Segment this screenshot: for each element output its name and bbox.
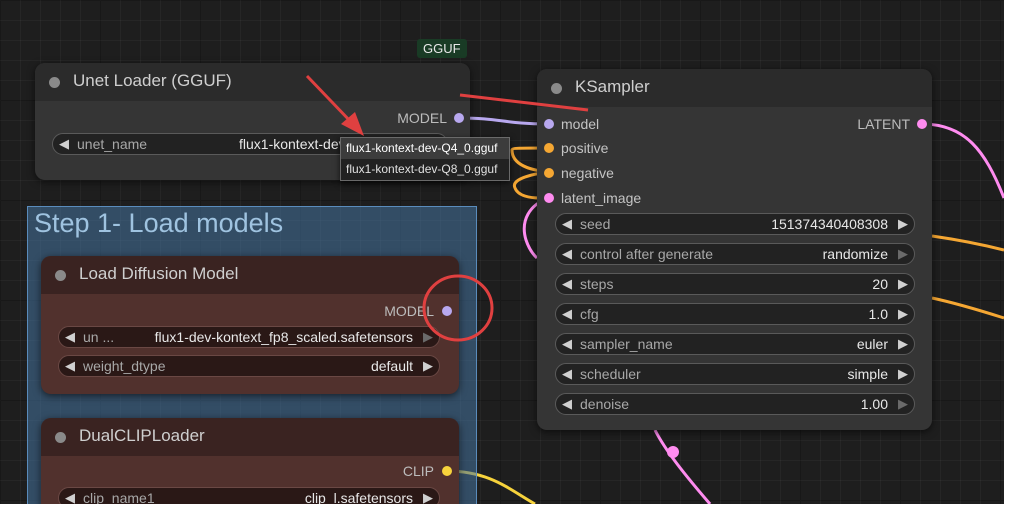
increment-arrow-icon[interactable]: ▶ — [423, 358, 433, 374]
decrement-arrow-icon[interactable]: ◀ — [59, 136, 69, 152]
steps-widget[interactable]: ◀ steps 20 ▶ — [555, 273, 915, 295]
dropdown-option[interactable]: flux1-kontext-dev-Q8_0.gguf — [341, 159, 509, 180]
widget-label: control after generate — [580, 246, 714, 262]
node-title-bar[interactable]: Unet Loader (GGUF) — [35, 63, 470, 101]
widget-label: seed — [580, 216, 611, 232]
node-title: DualCLIPLoader — [79, 426, 205, 445]
model-output-label: MODEL — [384, 303, 434, 319]
increment-arrow-icon[interactable]: ▶ — [898, 396, 908, 412]
link-latent-out — [921, 122, 1004, 199]
link-conditioning-right-1 — [931, 234, 1004, 252]
negative-input-dot[interactable] — [544, 168, 554, 178]
decrement-arrow-icon[interactable]: ◀ — [562, 366, 572, 382]
increment-arrow-icon[interactable]: ▶ — [423, 490, 433, 504]
node-title: Load Diffusion Model — [79, 264, 239, 283]
link-latent-bottom — [653, 429, 712, 504]
collapse-dot[interactable] — [55, 432, 66, 443]
widget-label: steps — [580, 276, 614, 292]
widget-label: cfg — [580, 306, 599, 322]
decrement-arrow-icon[interactable]: ◀ — [562, 336, 572, 352]
model-input-dot[interactable] — [544, 119, 554, 129]
scheduler-widget[interactable]: ◀ scheduler simple ▶ — [555, 363, 915, 385]
widget-value: 1.0 — [868, 306, 888, 322]
latent-image-input-label: latent_image — [561, 190, 642, 206]
seed-widget[interactable]: ◀ seed 151374340408308 ▶ — [555, 213, 915, 235]
node-title-bar[interactable]: KSampler — [537, 69, 932, 107]
decrement-arrow-icon[interactable]: ◀ — [562, 396, 572, 412]
decrement-arrow-icon[interactable]: ◀ — [562, 276, 572, 292]
widget-value: 151374340408308 — [771, 216, 888, 232]
clip-output-label: CLIP — [402, 463, 434, 479]
increment-arrow-icon[interactable]: ▶ — [898, 336, 908, 352]
increment-arrow-icon[interactable]: ▶ — [898, 276, 908, 292]
widget-value: 20 — [872, 276, 888, 292]
collapse-dot[interactable] — [49, 77, 60, 88]
widget-value: flux1-kontext-dev- — [239, 136, 351, 152]
node-title: KSampler — [575, 77, 650, 96]
load-diffusion-model-node[interactable]: Load Diffusion Model MODEL ◀ un ... flux… — [41, 256, 459, 394]
widget-value: randomize — [822, 246, 888, 262]
widget-value: euler — [856, 336, 888, 352]
widget-label: unet_name — [77, 136, 148, 152]
node-canvas[interactable]: GGUF Unet Loader (GGUF) MODEL ◀ unet_nam… — [0, 0, 1004, 504]
node-title-bar[interactable]: DualCLIPLoader — [41, 418, 459, 456]
decrement-arrow-icon[interactable]: ◀ — [65, 358, 75, 374]
widget-label: weight_dtype — [83, 358, 166, 374]
node-title-bar[interactable]: Load Diffusion Model — [41, 256, 459, 294]
widget-value: default — [370, 358, 413, 374]
unet-name-widget[interactable]: ◀ un ... flux1-dev-kontext_fp8_scaled.sa… — [58, 326, 440, 348]
model-input-label: model — [561, 116, 600, 132]
collapse-dot[interactable] — [55, 270, 66, 281]
widget-value: flux1-dev-kontext_fp8_scaled.safetensors — [154, 329, 413, 345]
decrement-arrow-icon[interactable]: ◀ — [65, 490, 75, 504]
latent-image-input-dot[interactable] — [544, 193, 554, 203]
decrement-arrow-icon[interactable]: ◀ — [562, 306, 572, 322]
widget-label: clip_name1 — [83, 490, 155, 504]
clip-output-dot[interactable] — [442, 466, 452, 476]
widget-label: denoise — [580, 396, 630, 412]
link-conditioning-right-2 — [931, 296, 1004, 320]
group-title: Step 1- Load models — [34, 208, 284, 238]
widget-label: sampler_name — [580, 336, 673, 352]
widget-value: simple — [847, 366, 888, 382]
widget-value: 1.00 — [860, 396, 888, 412]
model-output-dot[interactable] — [454, 113, 464, 123]
increment-arrow-icon[interactable]: ▶ — [898, 246, 908, 262]
model-output-dot[interactable] — [442, 306, 452, 316]
decrement-arrow-icon[interactable]: ◀ — [562, 216, 572, 232]
negative-input-label: negative — [561, 165, 614, 181]
latent-output-label: LATENT — [857, 116, 910, 132]
sampler-name-widget[interactable]: ◀ sampler_name euler ▶ — [555, 333, 915, 355]
positive-input-label: positive — [561, 140, 609, 156]
node-title: Unet Loader (GGUF) — [73, 71, 232, 90]
increment-arrow-icon[interactable]: ▶ — [423, 329, 433, 345]
control-after-generate-widget[interactable]: ◀ control after generate randomize ▶ — [555, 243, 915, 265]
denoise-widget[interactable]: ◀ denoise 1.00 ▶ — [555, 393, 915, 415]
increment-arrow-icon[interactable]: ▶ — [898, 306, 908, 322]
dual-clip-loader-node[interactable]: DualCLIPLoader CLIP ◀ clip_name1 clip_l.… — [41, 418, 459, 504]
gguf-badge: GGUF — [417, 39, 467, 58]
clip-name1-widget[interactable]: ◀ clip_name1 clip_l.safetensors ▶ — [58, 487, 440, 504]
decrement-arrow-icon[interactable]: ◀ — [562, 246, 572, 262]
collapse-dot[interactable] — [551, 83, 562, 94]
model-output-label: MODEL — [397, 110, 447, 126]
link-reroute-dot[interactable] — [667, 446, 679, 458]
widget-label: un ... — [83, 329, 115, 345]
latent-output-dot[interactable] — [917, 119, 927, 129]
widget-label: scheduler — [580, 366, 641, 382]
dropdown-option[interactable]: flux1-kontext-dev-Q4_0.gguf — [341, 138, 509, 159]
widget-value: clip_l.safetensors — [304, 490, 413, 504]
weight-dtype-widget[interactable]: ◀ weight_dtype default ▶ — [58, 355, 440, 377]
increment-arrow-icon[interactable]: ▶ — [898, 216, 908, 232]
increment-arrow-icon[interactable]: ▶ — [898, 366, 908, 382]
unet-name-dropdown[interactable]: flux1-kontext-dev-Q4_0.gguf flux1-kontex… — [340, 137, 510, 181]
decrement-arrow-icon[interactable]: ◀ — [65, 329, 75, 345]
positive-input-dot[interactable] — [544, 143, 554, 153]
cfg-widget[interactable]: ◀ cfg 1.0 ▶ — [555, 303, 915, 325]
ksampler-node[interactable]: KSampler model positive negative latent_… — [537, 69, 932, 430]
link-model — [459, 116, 549, 126]
